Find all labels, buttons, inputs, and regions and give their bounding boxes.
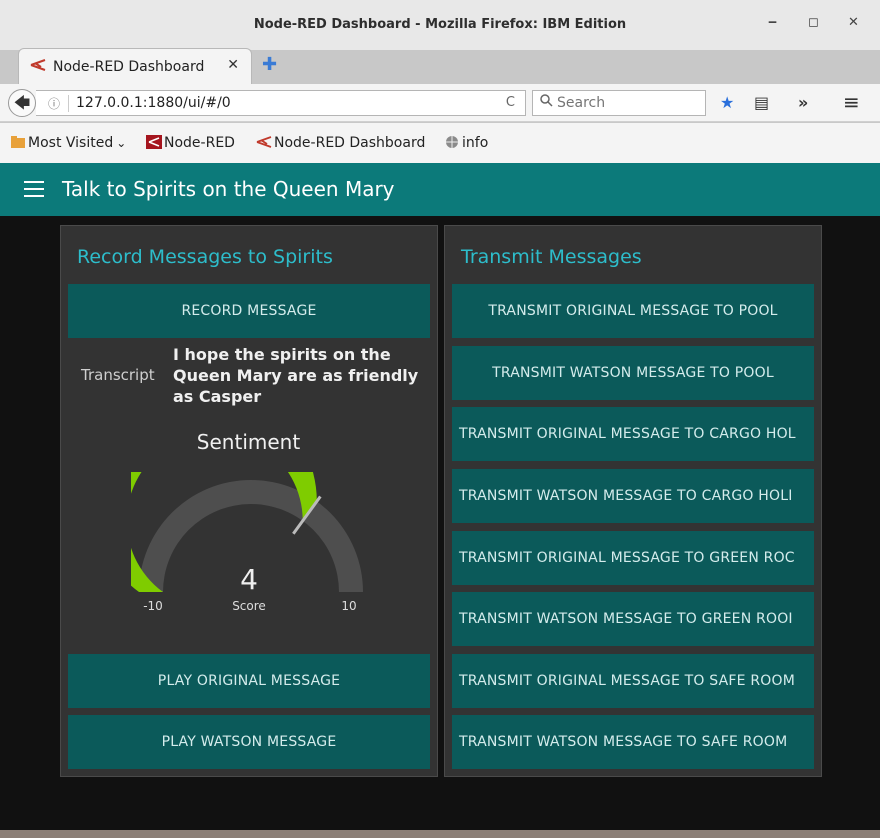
sentiment-title: Sentiment <box>196 430 301 454</box>
navigation-toolbar: 🡄 ⓘ 127.0.0.1:1880/ui/#/0 C ★ ▤ » ≡ <box>0 84 880 122</box>
page-title: Talk to Spirits on the Queen Mary <box>62 177 395 201</box>
bookmark-star-icon[interactable]: ★ <box>720 93 734 112</box>
reading-list-icon[interactable]: ▤ <box>754 93 769 112</box>
browser-tab[interactable]: Node-RED Dashboard ✕ <box>18 48 252 84</box>
bookmarks-toolbar: Most Visited ⌄ Node-RED Node-RED Dashboar… <box>0 123 880 163</box>
globe-icon <box>446 136 458 148</box>
gauge-units: Score <box>232 599 266 612</box>
tab-label: Node-RED Dashboard <box>53 59 205 75</box>
play-watson-button[interactable]: PLAY WATSON MESSAGE <box>68 715 430 769</box>
url-text[interactable]: 127.0.0.1:1880/ui/#/0 <box>76 95 231 111</box>
node-red-dashboard-icon <box>256 136 272 148</box>
search-icon <box>540 94 553 111</box>
dashboard-body: Record Messages to Spirits RECORD MESSAG… <box>0 216 880 838</box>
node-red-dashboard-icon <box>30 59 46 71</box>
gauge-min-label: -10 <box>143 599 163 612</box>
transmit-watson-safe-room-button[interactable]: TRANSMIT WATSON MESSAGE TO SAFE ROOM <box>452 715 814 769</box>
node-red-icon <box>146 135 162 149</box>
transcript-label: Transcript <box>81 366 155 384</box>
record-group-title: Record Messages to Spirits <box>77 246 333 268</box>
sentiment-gauge: 4 Score -10 10 <box>131 472 363 612</box>
transmit-original-pool-button[interactable]: TRANSMIT ORIGINAL MESSAGE TO POOL <box>452 284 814 338</box>
transmit-original-green-room-button[interactable]: TRANSMIT ORIGINAL MESSAGE TO GREEN ROC <box>452 531 814 585</box>
dashboard-header: Talk to Spirits on the Queen Mary <box>0 163 880 216</box>
record-message-button[interactable]: RECORD MESSAGE <box>68 284 430 338</box>
folder-icon <box>11 136 25 148</box>
back-arrow-icon[interactable]: 🡄 <box>8 89 36 117</box>
transmit-watson-green-room-button[interactable]: TRANSMIT WATSON MESSAGE TO GREEN ROOI <box>452 592 814 646</box>
transmit-original-cargo-hold-button[interactable]: TRANSMIT ORIGINAL MESSAGE TO CARGO HOL <box>452 407 814 461</box>
search-box[interactable] <box>532 90 706 116</box>
record-group-card: Record Messages to Spirits RECORD MESSAG… <box>60 225 438 777</box>
minimize-icon[interactable]: ‒ <box>768 15 777 30</box>
maximize-icon[interactable]: ◻ <box>808 15 819 30</box>
tab-close-icon[interactable]: ✕ <box>227 57 239 73</box>
menu-icon[interactable] <box>24 181 44 197</box>
window-title: Node-RED Dashboard - Mozilla Firefox: IB… <box>253 17 627 32</box>
url-divider <box>68 95 69 112</box>
transmit-watson-cargo-hold-button[interactable]: TRANSMIT WATSON MESSAGE TO CARGO HOLI <box>452 469 814 523</box>
gauge-max-label: 10 <box>341 599 356 612</box>
taskbar-strip <box>0 830 880 838</box>
bookmark-info[interactable]: info <box>444 135 488 151</box>
url-bar[interactable]: ⓘ 127.0.0.1:1880/ui/#/0 C <box>36 90 526 116</box>
window-titlebar: Node-RED Dashboard - Mozilla Firefox: IB… <box>0 0 880 50</box>
transmit-group-title: Transmit Messages <box>461 246 642 268</box>
transcript-text: I hope the spirits on the Queen Mary are… <box>173 345 419 406</box>
bookmark-node-red[interactable]: Node-RED <box>146 135 235 151</box>
new-tab-icon[interactable]: ✚ <box>262 54 277 75</box>
overflow-chevron-icon[interactable]: » <box>798 93 808 112</box>
transmit-watson-pool-button[interactable]: TRANSMIT WATSON MESSAGE TO POOL <box>452 346 814 400</box>
bookmark-label: Most Visited <box>28 135 114 151</box>
bookmark-label: info <box>462 135 489 151</box>
close-window-icon[interactable]: ✕ <box>848 15 859 30</box>
bookmark-label: Node-RED <box>164 135 235 151</box>
search-input[interactable] <box>557 91 697 115</box>
bookmark-node-red-dashboard[interactable]: Node-RED Dashboard <box>256 135 425 151</box>
hamburger-menu-icon[interactable]: ≡ <box>843 90 860 114</box>
bookmark-label: Node-RED Dashboard <box>274 135 426 151</box>
bookmark-most-visited[interactable]: Most Visited ⌄ <box>10 135 126 151</box>
gauge-value: 4 <box>240 563 258 596</box>
transmit-original-safe-room-button[interactable]: TRANSMIT ORIGINAL MESSAGE TO SAFE ROOM <box>452 654 814 708</box>
info-icon[interactable]: ⓘ <box>48 95 60 112</box>
reload-icon[interactable]: C <box>506 95 515 110</box>
chevron-down-icon: ⌄ <box>116 136 127 150</box>
play-original-button[interactable]: PLAY ORIGINAL MESSAGE <box>68 654 430 708</box>
transmit-group-card: Transmit Messages TRANSMIT ORIGINAL MESS… <box>444 225 822 777</box>
